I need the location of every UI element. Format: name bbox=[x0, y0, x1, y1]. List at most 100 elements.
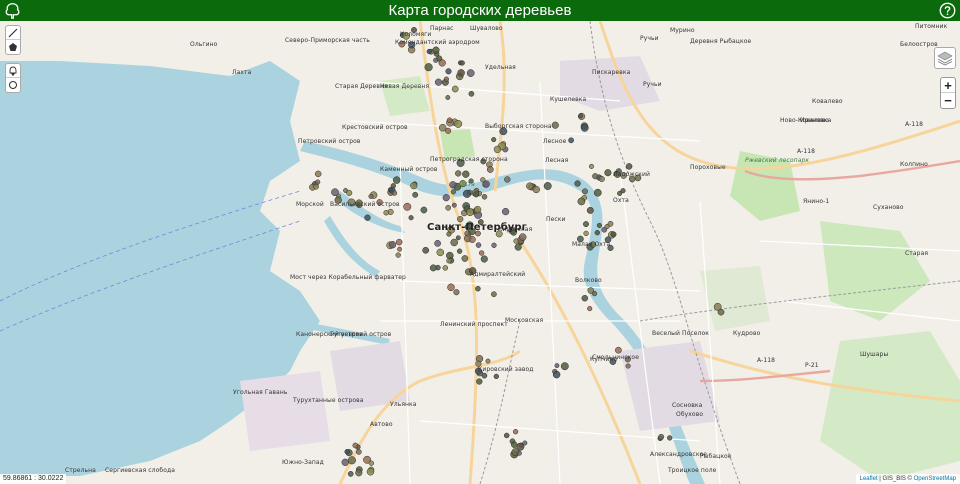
polygon-icon[interactable] bbox=[6, 40, 20, 54]
tree-marker[interactable] bbox=[341, 458, 349, 466]
tree-marker[interactable] bbox=[491, 291, 497, 298]
tree-marker[interactable] bbox=[462, 170, 470, 178]
tree-marker[interactable] bbox=[410, 182, 418, 190]
tree-marker[interactable] bbox=[583, 230, 589, 237]
tree-marker[interactable] bbox=[457, 69, 465, 77]
tree-marker[interactable] bbox=[449, 181, 457, 189]
zoom-in-button[interactable]: + bbox=[941, 78, 955, 93]
tree-marker[interactable] bbox=[513, 238, 519, 244]
tree-marker[interactable] bbox=[434, 240, 441, 247]
tree-marker[interactable] bbox=[615, 346, 622, 354]
tree-marker[interactable] bbox=[455, 170, 462, 177]
tree-marker[interactable] bbox=[347, 456, 356, 465]
tree-marker[interactable] bbox=[451, 85, 459, 93]
tree-marker[interactable] bbox=[422, 246, 430, 254]
tree-marker[interactable] bbox=[532, 185, 540, 194]
tree-marker[interactable] bbox=[475, 242, 482, 248]
tree-marker[interactable] bbox=[447, 283, 455, 292]
tree-marker[interactable] bbox=[403, 202, 412, 211]
tree-marker[interactable] bbox=[493, 145, 502, 154]
tree-marker[interactable] bbox=[395, 252, 401, 258]
tree-marker[interactable] bbox=[580, 123, 589, 132]
tree-marker[interactable] bbox=[455, 235, 461, 241]
tree-marker[interactable] bbox=[395, 238, 403, 246]
tree-marker[interactable] bbox=[617, 190, 623, 196]
tree-marker[interactable] bbox=[315, 179, 321, 185]
help-icon[interactable] bbox=[939, 2, 956, 19]
tree-marker[interactable] bbox=[482, 180, 490, 188]
tree-marker[interactable] bbox=[522, 440, 528, 446]
tree-marker[interactable] bbox=[625, 163, 633, 170]
tree-marker[interactable] bbox=[442, 265, 449, 271]
tree-marker[interactable] bbox=[583, 221, 589, 228]
tree-marker[interactable] bbox=[443, 76, 449, 82]
tree-marker[interactable] bbox=[512, 429, 519, 435]
tree-marker[interactable] bbox=[592, 173, 599, 180]
tree-marker[interactable] bbox=[355, 449, 362, 455]
tree-marker[interactable] bbox=[446, 258, 452, 264]
tree-marker[interactable] bbox=[456, 248, 463, 254]
tree-marker[interactable] bbox=[518, 233, 527, 241]
tree-marker[interactable] bbox=[433, 57, 439, 63]
tree-marker[interactable] bbox=[346, 189, 353, 196]
tree-marker[interactable] bbox=[368, 193, 374, 199]
tree-marker[interactable] bbox=[578, 113, 583, 119]
tree-marker[interactable] bbox=[574, 180, 581, 187]
tree-marker[interactable] bbox=[481, 372, 488, 379]
tree-marker[interactable] bbox=[504, 176, 511, 183]
tree-marker[interactable] bbox=[468, 236, 476, 243]
tree-marker[interactable] bbox=[434, 78, 443, 86]
zoom-out-button[interactable]: − bbox=[941, 93, 955, 108]
tree-marker[interactable] bbox=[491, 137, 497, 143]
tree-marker[interactable] bbox=[475, 285, 481, 292]
tree-marker[interactable] bbox=[587, 287, 595, 294]
tree-marker[interactable] bbox=[347, 471, 354, 477]
circle-icon[interactable] bbox=[6, 78, 20, 92]
tree-marker[interactable] bbox=[344, 449, 350, 455]
tree-marker[interactable] bbox=[485, 358, 491, 364]
tree-marker[interactable] bbox=[577, 197, 586, 206]
tree-marker[interactable] bbox=[581, 294, 589, 302]
tree-marker[interactable] bbox=[368, 460, 375, 466]
tree-marker[interactable] bbox=[426, 48, 432, 55]
tree-marker[interactable] bbox=[588, 163, 595, 169]
tree-marker[interactable] bbox=[468, 90, 475, 97]
tree-marker[interactable] bbox=[481, 194, 488, 200]
tree-marker[interactable] bbox=[355, 469, 363, 477]
tree-marker[interactable] bbox=[445, 95, 451, 100]
tree-marker[interactable] bbox=[486, 166, 494, 173]
tree-marker[interactable] bbox=[314, 170, 322, 178]
osm-link[interactable]: OpenStreetMap bbox=[914, 476, 956, 482]
tree-marker[interactable] bbox=[493, 373, 499, 380]
tree-marker[interactable] bbox=[478, 250, 485, 256]
tree-marker[interactable] bbox=[491, 242, 497, 248]
tree-marker[interactable] bbox=[610, 231, 617, 238]
tree-marker[interactable] bbox=[503, 432, 510, 439]
tree-marker[interactable] bbox=[424, 63, 433, 72]
tree-marker[interactable] bbox=[586, 206, 594, 214]
tree-marker[interactable] bbox=[552, 370, 561, 379]
tree-marker[interactable] bbox=[420, 206, 428, 214]
tree-marker[interactable] bbox=[560, 362, 569, 371]
tree-marker[interactable] bbox=[473, 191, 480, 198]
tree-marker[interactable] bbox=[461, 255, 469, 262]
tree-marker[interactable] bbox=[450, 189, 456, 195]
tree-marker[interactable] bbox=[543, 182, 552, 190]
tree-marker[interactable] bbox=[466, 69, 475, 77]
tree-marker[interactable] bbox=[390, 183, 396, 189]
tree-marker[interactable] bbox=[594, 230, 600, 236]
tree-marker[interactable] bbox=[607, 220, 614, 227]
tree-marker[interactable] bbox=[446, 117, 453, 123]
tree-marker[interactable] bbox=[313, 183, 319, 190]
tree-marker[interactable] bbox=[364, 214, 371, 221]
tree-marker[interactable] bbox=[462, 189, 472, 198]
tree-marker[interactable] bbox=[554, 363, 560, 369]
tree-marker[interactable] bbox=[466, 208, 474, 217]
marker-icon[interactable] bbox=[6, 64, 20, 78]
tree-marker[interactable] bbox=[388, 241, 397, 249]
tree-marker[interactable] bbox=[658, 433, 665, 440]
tree-marker[interactable] bbox=[412, 191, 419, 198]
tree-marker[interactable] bbox=[391, 190, 398, 196]
tree-marker[interactable] bbox=[451, 202, 457, 208]
tree-marker[interactable] bbox=[511, 441, 518, 448]
